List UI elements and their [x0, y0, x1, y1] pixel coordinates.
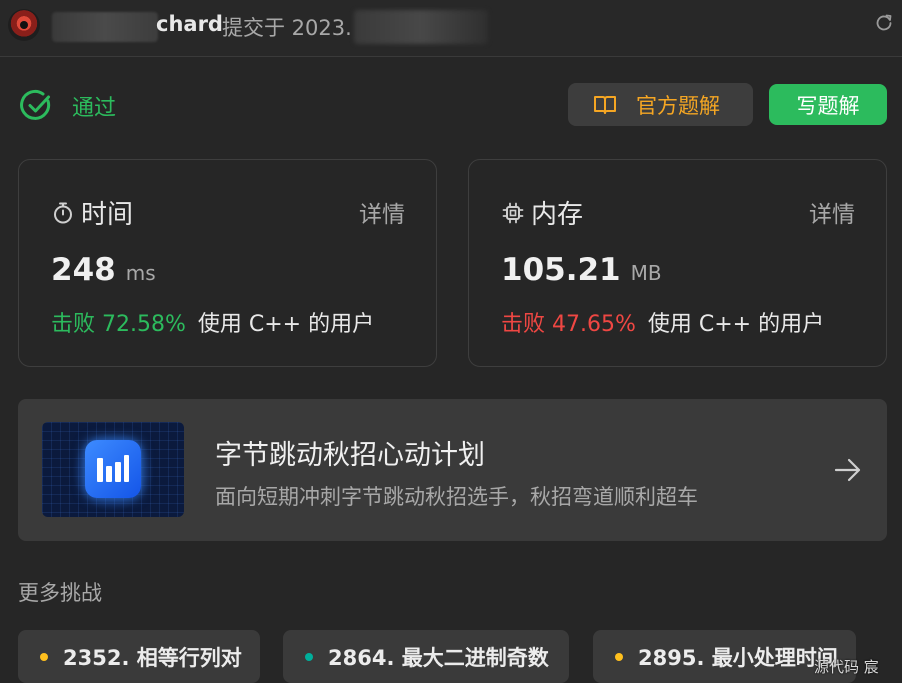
- memory-number: 105.21: [501, 252, 621, 288]
- runtime-title: 时间: [81, 200, 134, 230]
- watermark: 源代码 宸: [814, 658, 879, 676]
- runtime-card: 时间 详情 248 ms 击败 72.58% 使用 C++ 的用户: [18, 159, 437, 367]
- arrow-right-icon[interactable]: [833, 455, 863, 485]
- chip-icon: [502, 202, 524, 223]
- redacted-timestamp: [354, 10, 488, 44]
- memory-detail-link[interactable]: 详情: [809, 195, 855, 229]
- challenge-item[interactable]: 2352. 相等行列对: [18, 630, 260, 683]
- memory-unit: MB: [630, 261, 662, 285]
- official-solution-label: 官方题解: [636, 93, 720, 118]
- memory-beat-suffix: 使用 C++ 的用户: [647, 312, 825, 337]
- runtime-beat-suffix: 使用 C++ 的用户: [197, 312, 375, 337]
- challenge-item[interactable]: 2864. 最大二进制奇数: [283, 630, 569, 683]
- status-label: 通过: [72, 96, 117, 121]
- promo-logo-icon: [85, 440, 141, 498]
- runtime-unit: ms: [125, 261, 156, 285]
- challenge-label: 2352. 相等行列对: [63, 645, 242, 670]
- memory-beat-percent: 击败 47.65%: [501, 312, 636, 337]
- challenge-label: 2864. 最大二进制奇数: [328, 645, 549, 670]
- promo-image: [42, 422, 184, 517]
- username[interactable]: chard: [156, 12, 223, 36]
- memory-beat: 击败 47.65% 使用 C++ 的用户: [501, 306, 824, 338]
- promo-title: 字节跳动秋招心动计划: [215, 440, 485, 471]
- accepted-status: 通过: [20, 86, 116, 126]
- book-icon: [594, 95, 616, 114]
- refresh-icon[interactable]: [874, 13, 894, 33]
- stopwatch-icon: [54, 202, 72, 223]
- official-solution-button[interactable]: 官方题解: [568, 83, 753, 126]
- runtime-beat-percent: 击败 72.58%: [51, 312, 186, 337]
- submission-header: chard 提交于 2023.: [0, 0, 902, 57]
- challenge-label: 2895. 最小处理时间: [638, 645, 838, 670]
- redacted-username-part: [52, 12, 158, 42]
- memory-title: 内存: [531, 200, 584, 230]
- difficulty-dot: [40, 652, 48, 661]
- memory-card: 内存 详情 105.21 MB 击败 47.65% 使用 C++ 的用户: [468, 159, 887, 367]
- more-challenges-title: 更多挑战: [18, 581, 102, 605]
- promo-banner[interactable]: 字节跳动秋招心动计划 面向短期冲刺字节跳动秋招选手，秋招弯道顺利超车: [18, 399, 887, 541]
- submitted-at: 提交于 2023.: [222, 16, 352, 40]
- runtime-value: 248 ms: [51, 252, 156, 288]
- memory-card-header: 内存: [501, 194, 583, 231]
- promo-subtitle: 面向短期冲刺字节跳动秋招选手，秋招弯道顺利超车: [215, 485, 698, 509]
- user-avatar[interactable]: [8, 9, 40, 41]
- runtime-card-header: 时间: [51, 194, 133, 231]
- bar-logo-icon: [97, 455, 129, 482]
- runtime-number: 248: [51, 252, 116, 288]
- runtime-detail-link[interactable]: 详情: [359, 195, 405, 229]
- difficulty-dot: [615, 652, 623, 661]
- runtime-beat: 击败 72.58% 使用 C++ 的用户: [51, 306, 374, 338]
- difficulty-dot: [305, 652, 313, 661]
- check-circle-icon: [20, 89, 51, 120]
- memory-value: 105.21 MB: [501, 252, 662, 288]
- write-solution-button[interactable]: 写题解: [769, 84, 887, 125]
